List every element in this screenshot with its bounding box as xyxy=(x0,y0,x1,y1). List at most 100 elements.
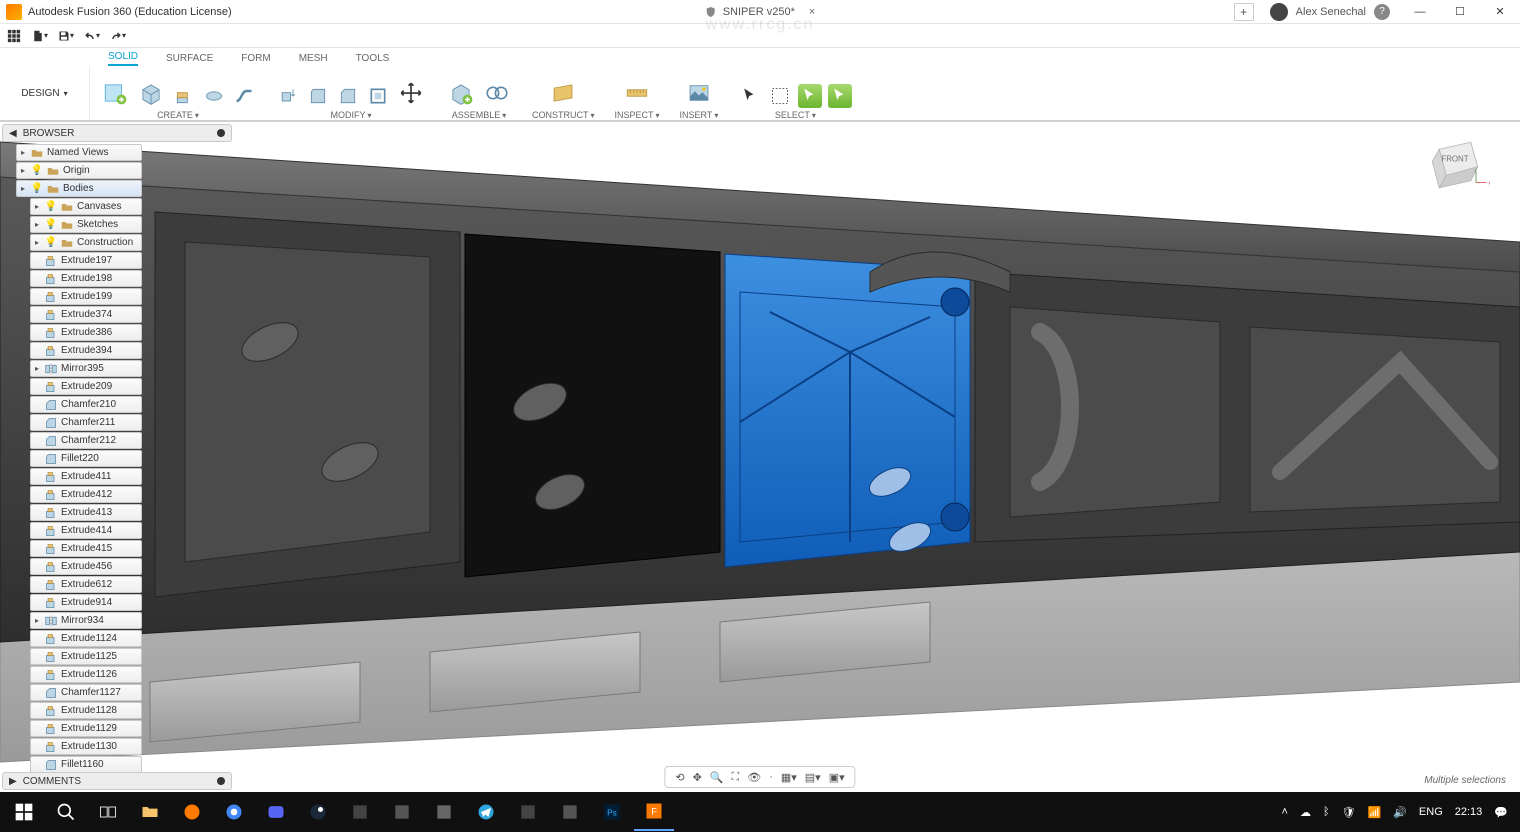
move-icon[interactable] xyxy=(396,78,426,108)
feature-node[interactable]: Extrude415 xyxy=(30,540,142,557)
maximize-button[interactable]: ☐ xyxy=(1440,0,1480,24)
joint-icon[interactable] xyxy=(482,78,512,108)
modify-label[interactable]: MODIFY▾ xyxy=(330,110,371,120)
collapse-icon[interactable]: ◀ xyxy=(9,128,17,139)
feature-node[interactable]: Extrude456 xyxy=(30,558,142,575)
measure-icon[interactable] xyxy=(622,78,652,108)
feature-node[interactable]: Fillet220 xyxy=(30,450,142,467)
file-icon[interactable]: ▾ xyxy=(32,28,48,44)
close-tab-icon[interactable]: × xyxy=(809,6,815,18)
inspect-label[interactable]: INSPECT▾ xyxy=(615,110,660,120)
feature-node[interactable]: Extrude394 xyxy=(30,342,142,359)
app2-icon[interactable] xyxy=(382,793,422,831)
browser-header[interactable]: ◀ BROWSER xyxy=(2,124,232,142)
fit-icon[interactable]: ⛶ xyxy=(732,771,740,784)
document-tab[interactable]: SNIPER v250* × xyxy=(705,6,816,18)
search-icon[interactable] xyxy=(46,793,86,831)
insert-label[interactable]: INSERT▾ xyxy=(680,110,719,120)
feature-node[interactable]: Chamfer212 xyxy=(30,432,142,449)
volume-icon[interactable]: 🔊 xyxy=(1393,806,1407,819)
feature-node[interactable]: Extrude411 xyxy=(30,468,142,485)
app5-icon[interactable] xyxy=(550,793,590,831)
action-center-icon[interactable]: 💬 xyxy=(1494,806,1508,819)
look-icon[interactable]: 👁 xyxy=(747,771,761,784)
telegram-icon[interactable] xyxy=(466,793,506,831)
comments-bar[interactable]: ▶ COMMENTS xyxy=(2,772,232,790)
help-icon[interactable]: ? xyxy=(1374,4,1390,20)
tab-tools[interactable]: TOOLS xyxy=(356,53,390,66)
feature-node[interactable]: ▸Mirror934 xyxy=(30,612,142,629)
select-paint-icon[interactable] xyxy=(798,84,822,108)
feature-node[interactable]: Extrude414 xyxy=(30,522,142,539)
feature-node[interactable]: ▸Mirror395 xyxy=(30,360,142,377)
tab-solid[interactable]: SOLID xyxy=(108,51,138,66)
tray-up-icon[interactable]: ˄ xyxy=(1282,806,1288,818)
feature-node[interactable]: Fillet1160 xyxy=(30,756,142,773)
viewcube[interactable]: FRONT x z xyxy=(1420,130,1490,200)
language-indicator[interactable]: ENG xyxy=(1419,806,1443,818)
extensions-icon[interactable] xyxy=(1270,3,1288,21)
user-area[interactable]: Alex Senechal ? xyxy=(1260,3,1400,21)
task-view-icon[interactable] xyxy=(88,793,128,831)
sweep-icon[interactable] xyxy=(232,84,256,108)
feature-node[interactable]: Extrude374 xyxy=(30,306,142,323)
extrude-icon[interactable] xyxy=(172,84,196,108)
tab-surface[interactable]: SURFACE xyxy=(166,53,213,66)
feature-node[interactable]: Chamfer210 xyxy=(30,396,142,413)
firefox-icon[interactable] xyxy=(172,793,212,831)
feature-node[interactable]: Extrude612 xyxy=(30,576,142,593)
construct-plane-icon[interactable] xyxy=(548,78,578,108)
chrome-icon[interactable] xyxy=(214,793,254,831)
nav-toolbar[interactable]: ⟲ ✥ 🔍 ⛶ 👁 · ▦▾ ▤▾ ▣▾ xyxy=(664,766,855,788)
feature-node[interactable]: Extrude1130 xyxy=(30,738,142,755)
create-box-icon[interactable] xyxy=(136,78,166,108)
feature-node[interactable]: Extrude197 xyxy=(30,252,142,269)
comments-settings-icon[interactable] xyxy=(217,777,225,785)
chamfer-icon[interactable] xyxy=(336,84,360,108)
select-window-icon[interactable] xyxy=(768,84,792,108)
feature-node[interactable]: Chamfer1127 xyxy=(30,684,142,701)
comments-expand-icon[interactable]: ▶ xyxy=(9,776,17,787)
new-tab-button[interactable]: + xyxy=(1234,3,1254,21)
construct-label[interactable]: CONSTRUCT▾ xyxy=(532,110,595,120)
app3-icon[interactable] xyxy=(424,793,464,831)
revolve-icon[interactable] xyxy=(202,84,226,108)
discord-icon[interactable] xyxy=(256,793,296,831)
browser-node[interactable]: ▸💡Sketches xyxy=(30,216,142,233)
pan-icon[interactable]: ✥ xyxy=(693,771,702,784)
display-icon[interactable]: ▦▾ xyxy=(781,771,797,784)
undo-icon[interactable]: ▾ xyxy=(84,28,100,44)
new-component-icon[interactable] xyxy=(446,78,476,108)
feature-node[interactable]: Extrude1128 xyxy=(30,702,142,719)
shell-icon[interactable] xyxy=(366,84,390,108)
browser-node[interactable]: ▸💡Canvases xyxy=(30,198,142,215)
browser-node[interactable]: ▸Named Views xyxy=(16,144,142,161)
close-button[interactable]: ✕ xyxy=(1480,0,1520,24)
new-sketch-icon[interactable] xyxy=(100,78,130,108)
feature-node[interactable]: Extrude412 xyxy=(30,486,142,503)
insert-decal-icon[interactable] xyxy=(684,78,714,108)
feature-node[interactable]: Extrude1125 xyxy=(30,648,142,665)
fillet-icon[interactable] xyxy=(306,84,330,108)
cloud-icon[interactable]: ☁ xyxy=(1300,806,1311,819)
assemble-label[interactable]: ASSEMBLE▾ xyxy=(452,110,507,120)
browser-node[interactable]: ▸💡Construction xyxy=(30,234,142,251)
system-tray[interactable]: ˄ ☁ ᛒ 🛡 📶 🔊 ENG 22:13 💬 xyxy=(1282,806,1517,819)
app1-icon[interactable] xyxy=(340,793,380,831)
select-arrow-icon[interactable] xyxy=(738,84,762,108)
data-panel-icon[interactable] xyxy=(6,28,22,44)
create-label[interactable]: CREATE▾ xyxy=(157,110,199,120)
steam-icon[interactable] xyxy=(298,793,338,831)
feature-node[interactable]: Extrude386 xyxy=(30,324,142,341)
select-face-icon[interactable] xyxy=(828,84,852,108)
press-pull-icon[interactable] xyxy=(276,84,300,108)
app4-icon[interactable] xyxy=(508,793,548,831)
clock[interactable]: 22:13 xyxy=(1455,806,1483,818)
feature-node[interactable]: Extrude198 xyxy=(30,270,142,287)
browser-node[interactable]: ▸💡Bodies xyxy=(16,180,142,197)
feature-node[interactable]: Chamfer211 xyxy=(30,414,142,431)
feature-node[interactable]: Extrude1129 xyxy=(30,720,142,737)
explorer-icon[interactable] xyxy=(130,793,170,831)
tab-mesh[interactable]: MESH xyxy=(299,53,328,66)
browser-settings-icon[interactable] xyxy=(217,129,225,137)
